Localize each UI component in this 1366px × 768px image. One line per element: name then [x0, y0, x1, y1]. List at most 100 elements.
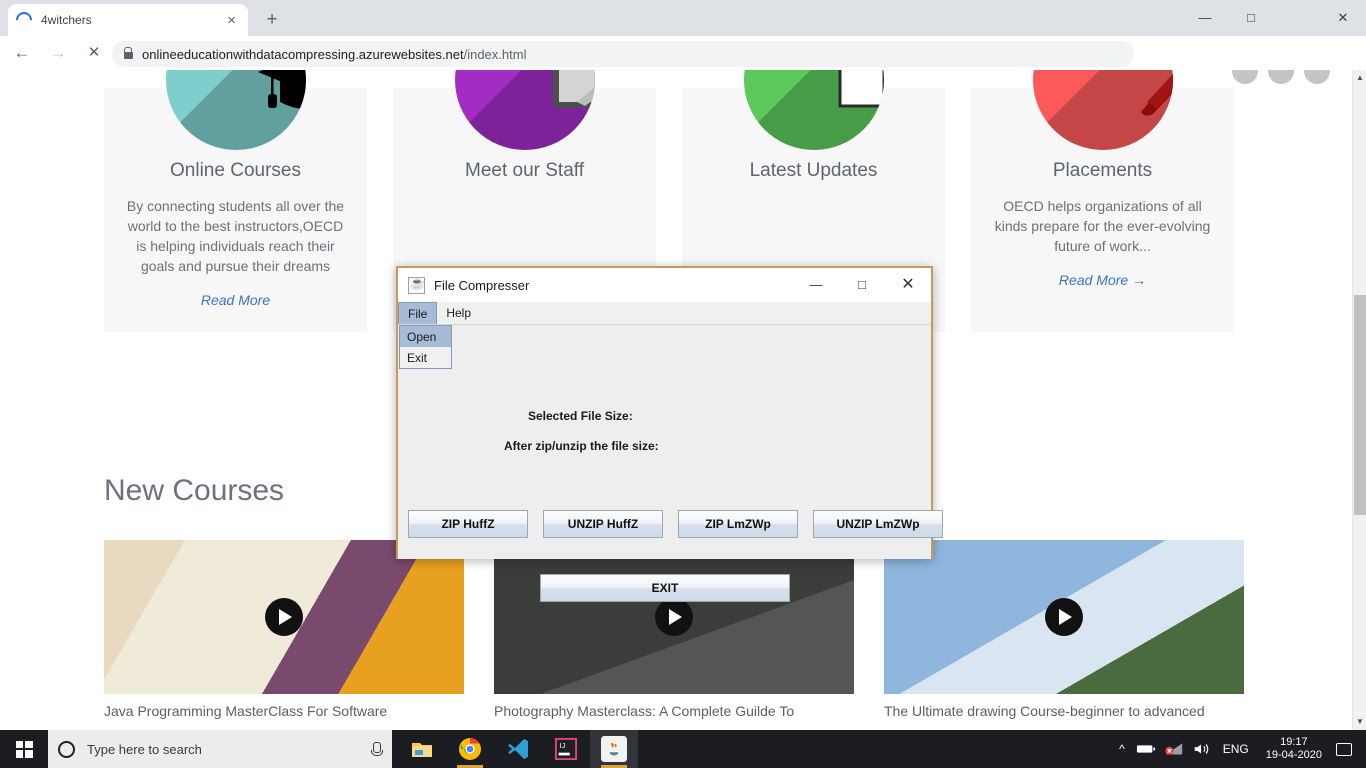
- tray-chevron-icon[interactable]: ^: [1112, 742, 1132, 756]
- open-book-icon: [743, 70, 884, 150]
- search-placeholder: Type here to search: [87, 741, 202, 757]
- tab-title: 4witchers: [41, 13, 92, 27]
- pen-icon: [1032, 70, 1173, 150]
- volume-icon[interactable]: [1192, 741, 1212, 757]
- url-domain: onlineeducationwithdatacompressing.azure…: [142, 46, 464, 62]
- taskbar-apps: IJ: [398, 730, 638, 768]
- menu-item-open[interactable]: Open: [400, 326, 451, 347]
- play-button-icon[interactable]: [265, 598, 303, 636]
- card-placements: Placements OECD helps organizations of a…: [971, 70, 1234, 332]
- battery-icon[interactable]: [1136, 742, 1156, 756]
- wifi-disconnected-icon[interactable]: [1164, 741, 1184, 757]
- course-caption: Photography Masterclass: A Complete Guil…: [494, 703, 795, 719]
- lock-icon: [124, 46, 133, 59]
- course-thumbnail[interactable]: [884, 540, 1244, 694]
- windows-taskbar: Type here to search IJ ^ ENG 19:17 19-04…: [0, 730, 1366, 768]
- after-zip-size-label: After zip/unzip the file size:: [504, 439, 659, 453]
- system-tray: ^ ENG 19:17 19-04-2020: [1112, 730, 1366, 768]
- exit-button[interactable]: EXIT: [540, 574, 790, 602]
- zip-lmzwp-button[interactable]: ZIP LmZWp: [678, 510, 798, 538]
- course-card[interactable]: Photography Masterclass: A Complete Guil…: [494, 540, 854, 719]
- card-title: Placements: [1052, 160, 1153, 181]
- browser-tab-strip: 4witchers × + — □ ✕: [0, 0, 1366, 36]
- dialog-close-button[interactable]: ✕: [885, 268, 931, 302]
- course-thumbnails: Java Programming MasterClass For Softwar…: [104, 540, 1246, 719]
- file-compresser-dialog: File Compresser — □ ✕ File Help Open Exi…: [396, 266, 943, 602]
- clock-time: 19:17: [1280, 736, 1308, 748]
- new-courses-heading: New Courses: [104, 474, 285, 507]
- course-thumbnail[interactable]: [104, 540, 464, 694]
- url-text: onlineeducationwithdatacompressing.azure…: [142, 47, 526, 62]
- dialog-title: File Compresser: [434, 277, 530, 293]
- window-close-button[interactable]: ✕: [1320, 0, 1366, 36]
- action-buttons-row: ZIP HuffZ UNZIP HuffZ ZIP LmZWp UNZIP Lm…: [408, 510, 943, 538]
- new-tab-button[interactable]: +: [258, 8, 286, 34]
- svg-text:IJ: IJ: [560, 741, 566, 750]
- dialog-maximize-button[interactable]: □: [839, 268, 885, 302]
- unzip-huffz-button[interactable]: UNZIP HuffZ: [543, 510, 663, 538]
- social-icon[interactable]: [1268, 70, 1294, 84]
- back-button[interactable]: ←: [12, 43, 32, 63]
- social-icon[interactable]: [1304, 70, 1330, 84]
- course-thumbnail[interactable]: [494, 540, 854, 694]
- vs-code-icon[interactable]: [494, 730, 542, 768]
- file-explorer-icon[interactable]: [398, 730, 446, 768]
- loading-spinner-icon: [12, 8, 36, 32]
- tab-close-icon[interactable]: ×: [223, 12, 240, 29]
- unzip-lmzwp-button[interactable]: UNZIP LmZWp: [813, 510, 943, 538]
- selected-file-size-label: Selected File Size:: [528, 409, 633, 423]
- social-icons-row: [1232, 70, 1330, 84]
- zip-huffz-button[interactable]: ZIP HuffZ: [408, 510, 528, 538]
- dialog-minimize-button[interactable]: —: [793, 268, 839, 302]
- windows-start-icon[interactable]: [0, 730, 48, 768]
- dialog-title-bar[interactable]: File Compresser — □ ✕: [398, 268, 931, 302]
- whiteboard-pen-icon: [454, 70, 595, 150]
- taskbar-clock[interactable]: 19:17 19-04-2020: [1256, 736, 1332, 762]
- java-app-icon[interactable]: [590, 730, 638, 768]
- search-input[interactable]: Type here to search: [48, 730, 392, 768]
- language-indicator[interactable]: ENG: [1216, 742, 1256, 756]
- window-maximize-button[interactable]: □: [1228, 0, 1274, 36]
- graduation-cap-icon: [165, 70, 306, 150]
- notification-icon[interactable]: [1336, 742, 1352, 756]
- social-icon[interactable]: [1232, 70, 1258, 84]
- screen: 4witchers × + — □ ✕ ← → ✕ onlineeducatio…: [0, 0, 1366, 768]
- scroll-down-arrow[interactable]: ▼: [1353, 714, 1366, 730]
- address-bar[interactable]: onlineeducationwithdatacompressing.azure…: [112, 41, 1134, 67]
- card-online-courses: Online Courses By connecting students al…: [104, 70, 367, 332]
- forward-button[interactable]: →: [48, 43, 68, 63]
- dialog-menu-bar: File Help: [398, 302, 931, 325]
- window-minimize-button[interactable]: —: [1182, 0, 1228, 36]
- google-chrome-icon[interactable]: [446, 730, 494, 768]
- menu-item-exit[interactable]: Exit: [400, 347, 451, 368]
- course-caption: The Ultimate drawing Course-beginner to …: [884, 703, 1205, 719]
- course-card[interactable]: The Ultimate drawing Course-beginner to …: [884, 540, 1244, 719]
- stop-loading-button[interactable]: ✕: [84, 43, 104, 63]
- card-body: By connecting students all over the worl…: [126, 198, 345, 274]
- intellij-idea-icon[interactable]: IJ: [542, 730, 590, 768]
- dialog-body: Selected File Size: After zip/unzip the …: [398, 325, 943, 602]
- scrollbar-thumb[interactable]: [1354, 295, 1366, 515]
- play-button-icon[interactable]: [655, 598, 693, 636]
- clock-date: 19-04-2020: [1265, 749, 1322, 761]
- cortana-circle-icon[interactable]: [58, 740, 75, 758]
- browser-toolbar: ← → ✕ onlineeducationwithdatacompressing…: [0, 36, 1366, 100]
- menu-file[interactable]: File: [398, 302, 438, 324]
- card-title: Online Courses: [170, 160, 301, 181]
- course-card[interactable]: Java Programming MasterClass For Softwar…: [104, 540, 464, 719]
- scroll-up-arrow[interactable]: ▲: [1353, 70, 1366, 86]
- browser-tab[interactable]: 4witchers ×: [8, 4, 248, 36]
- course-caption: Java Programming MasterClass For Softwar…: [104, 703, 388, 719]
- file-menu-dropdown: Open Exit: [399, 325, 452, 369]
- play-button-icon[interactable]: [1045, 598, 1083, 636]
- url-path: /index.html: [463, 46, 527, 62]
- microphone-icon[interactable]: [370, 741, 383, 757]
- java-coffee-cup-icon: [408, 276, 425, 294]
- card-title: Meet our Staff: [465, 160, 584, 181]
- page-scrollbar[interactable]: ▲ ▼: [1352, 70, 1366, 730]
- menu-help[interactable]: Help: [437, 302, 480, 324]
- card-title: Latest Updates: [749, 160, 878, 181]
- card-body: OECD helps organizations of all kinds pr…: [994, 198, 1211, 254]
- read-more-link[interactable]: Read More →: [1059, 272, 1146, 288]
- read-more-link[interactable]: Read More: [201, 292, 270, 308]
